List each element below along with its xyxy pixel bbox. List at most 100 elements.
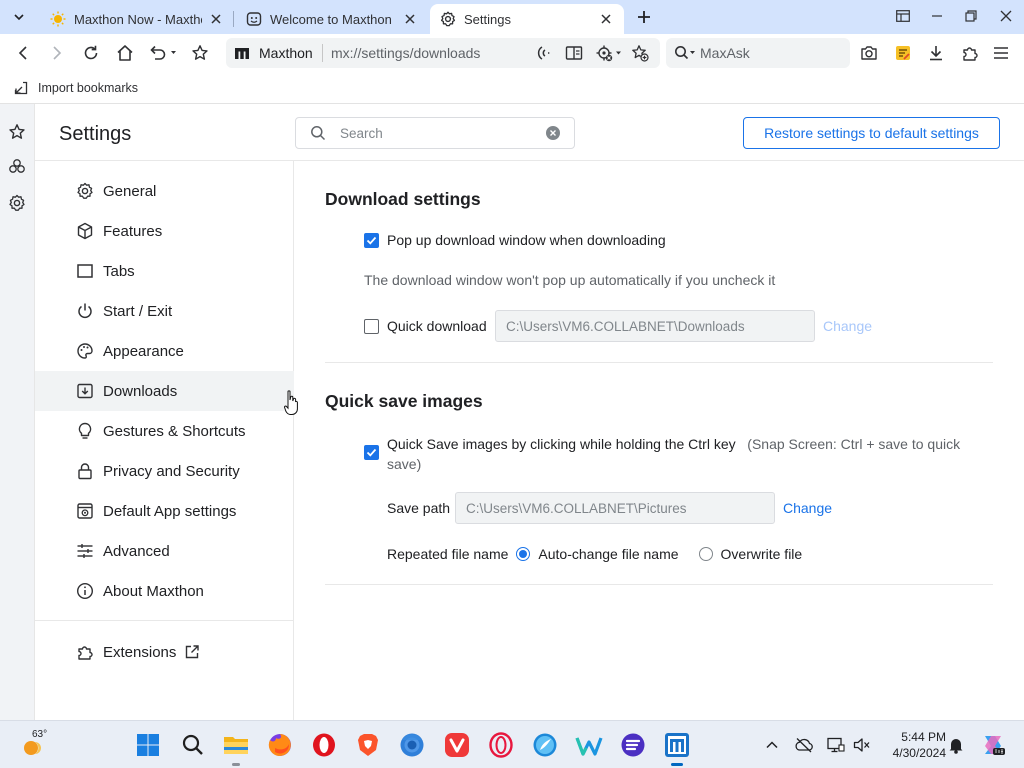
vivaldi-icon[interactable]: [443, 731, 471, 759]
quick-download-option[interactable]: Quick download: [364, 318, 487, 334]
weather-widget[interactable]: 63°: [20, 729, 52, 761]
tab-title: Welcome to Maxthon Br: [270, 11, 396, 27]
tab-list-dropdown-button[interactable]: [8, 6, 30, 28]
settings-search-input[interactable]: Search: [295, 117, 575, 149]
nav-item-appearance[interactable]: Appearance: [35, 331, 294, 371]
settings-panel-button[interactable]: [7, 193, 27, 213]
restore-defaults-button[interactable]: Restore settings to default settings: [743, 117, 1000, 149]
popup-download-checkbox[interactable]: [364, 232, 379, 248]
clear-search-icon[interactable]: [546, 126, 560, 140]
floorp-icon[interactable]: [619, 731, 647, 759]
url-text[interactable]: mx://settings/downloads: [331, 45, 480, 61]
read-aloud-icon[interactable]: [534, 43, 554, 63]
undo-close-tab-button[interactable]: [147, 41, 179, 65]
menu-button[interactable]: [989, 41, 1013, 65]
nav-item-default-app[interactable]: Default App settings: [35, 491, 294, 531]
opera-icon[interactable]: [310, 731, 338, 759]
volume-muted-icon[interactable]: [852, 735, 872, 755]
file-explorer-icon[interactable]: [222, 731, 250, 766]
settings-nav: General Features Tabs Start / Exit Appea…: [35, 161, 294, 720]
downloads-button[interactable]: [924, 41, 948, 65]
radio-auto-change[interactable]: Auto-change file name: [516, 546, 679, 562]
restore-button[interactable]: [959, 5, 983, 27]
search-box[interactable]: MaxAsk: [666, 38, 850, 68]
brave-icon[interactable]: [354, 731, 382, 759]
search-engine-icon[interactable]: [674, 45, 698, 61]
waterfox-icon[interactable]: [575, 731, 603, 759]
notes-button[interactable]: [891, 41, 915, 65]
opera-gx-icon[interactable]: [487, 731, 515, 759]
home-icon: [117, 45, 133, 61]
favorites-panel-button[interactable]: [7, 122, 27, 142]
close-window-button[interactable]: [994, 5, 1018, 27]
tab-maxthon-now[interactable]: Maxthon Now - Maxtho: [40, 4, 234, 34]
radio-overwrite-button[interactable]: [698, 547, 713, 561]
nav-item-downloads[interactable]: Downloads: [35, 371, 294, 411]
popup-download-option[interactable]: Pop up download window when downloading: [364, 232, 666, 248]
panel-icon: [896, 10, 910, 22]
nav-item-privacy-security[interactable]: Privacy and Security: [35, 451, 294, 491]
radio-auto-change-button[interactable]: [516, 547, 531, 561]
gear-icon: [75, 181, 95, 201]
extensions-button[interactable]: [958, 41, 982, 65]
sun-icon: [50, 11, 66, 27]
nav-item-gestures-shortcuts[interactable]: Gestures & Shortcuts: [35, 411, 294, 451]
search-icon: [310, 125, 326, 141]
import-bookmarks-button[interactable]: Import bookmarks: [14, 78, 138, 98]
home-button[interactable]: [113, 41, 137, 65]
checkmark-icon: [366, 448, 377, 457]
reload-button[interactable]: [79, 41, 103, 65]
forward-button[interactable]: [45, 41, 69, 65]
ai-panel-button[interactable]: [7, 157, 27, 177]
tab-welcome[interactable]: Welcome to Maxthon Br: [236, 4, 428, 34]
settings-page: Settings Search Restore settings to defa…: [35, 104, 1024, 720]
arrow-right-icon: [53, 46, 62, 60]
nav-item-about[interactable]: About Maxthon: [35, 571, 294, 611]
nav-item-features[interactable]: Features: [35, 211, 294, 251]
tab-settings[interactable]: Settings: [430, 4, 624, 34]
close-icon[interactable]: [208, 11, 224, 27]
close-icon[interactable]: [402, 11, 418, 27]
notification-bell-icon[interactable]: [946, 735, 966, 755]
back-button[interactable]: [11, 41, 35, 65]
new-tab-button[interactable]: [632, 6, 656, 28]
falkon-icon[interactable]: [531, 731, 559, 759]
system-clock[interactable]: 5:44 PM 4/30/2024: [880, 729, 946, 761]
nav-item-advanced[interactable]: Advanced: [35, 531, 294, 571]
quick-download-label: Quick download: [387, 318, 487, 334]
reader-mode-icon[interactable]: [564, 43, 584, 63]
quick-save-label-group: Quick Save images by clicking while hold…: [387, 434, 964, 474]
download-icon: [930, 46, 942, 61]
cloud-offline-icon[interactable]: [794, 735, 814, 755]
close-icon[interactable]: [598, 11, 614, 27]
display-icon[interactable]: [826, 735, 846, 755]
screenshot-button[interactable]: [857, 41, 881, 65]
radio-auto-change-label: Auto-change file name: [538, 546, 679, 562]
nav-item-tabs[interactable]: Tabs: [35, 251, 294, 291]
sidebar-toggle-button[interactable]: [891, 5, 915, 27]
firefox-icon[interactable]: [266, 731, 294, 759]
nav-item-extensions[interactable]: Extensions: [35, 632, 294, 672]
save-path-change-link[interactable]: Change: [783, 500, 832, 516]
quick-save-checkbox[interactable]: [364, 445, 379, 460]
nav-item-general[interactable]: General: [35, 171, 294, 211]
quick-save-label: Quick Save images by clicking while hold…: [387, 436, 736, 452]
maxthon-icon[interactable]: [663, 731, 691, 766]
chevron-up-icon[interactable]: [762, 735, 782, 755]
quick-download-checkbox[interactable]: [364, 318, 379, 334]
bookmarks-bar: Import bookmarks: [0, 72, 1024, 104]
ad-block-icon[interactable]: [594, 43, 624, 63]
nav-item-start-exit[interactable]: Start / Exit: [35, 291, 294, 331]
copilot-icon[interactable]: [980, 735, 1006, 755]
add-favorite-icon[interactable]: [630, 43, 650, 63]
undo-icon: [150, 45, 176, 60]
search-icon[interactable]: [179, 731, 207, 759]
radio-overwrite[interactable]: Overwrite file: [698, 546, 802, 562]
nav-label: Privacy and Security: [103, 462, 240, 480]
quick-save-option[interactable]: Quick Save images by clicking while hold…: [364, 434, 964, 474]
windows-start-icon[interactable]: [134, 731, 162, 759]
minimize-button[interactable]: [925, 5, 949, 27]
chrome-icon[interactable]: [398, 731, 426, 759]
favorite-button[interactable]: [188, 41, 212, 65]
address-bar[interactable]: Maxthon mx://settings/downloads: [226, 38, 660, 68]
